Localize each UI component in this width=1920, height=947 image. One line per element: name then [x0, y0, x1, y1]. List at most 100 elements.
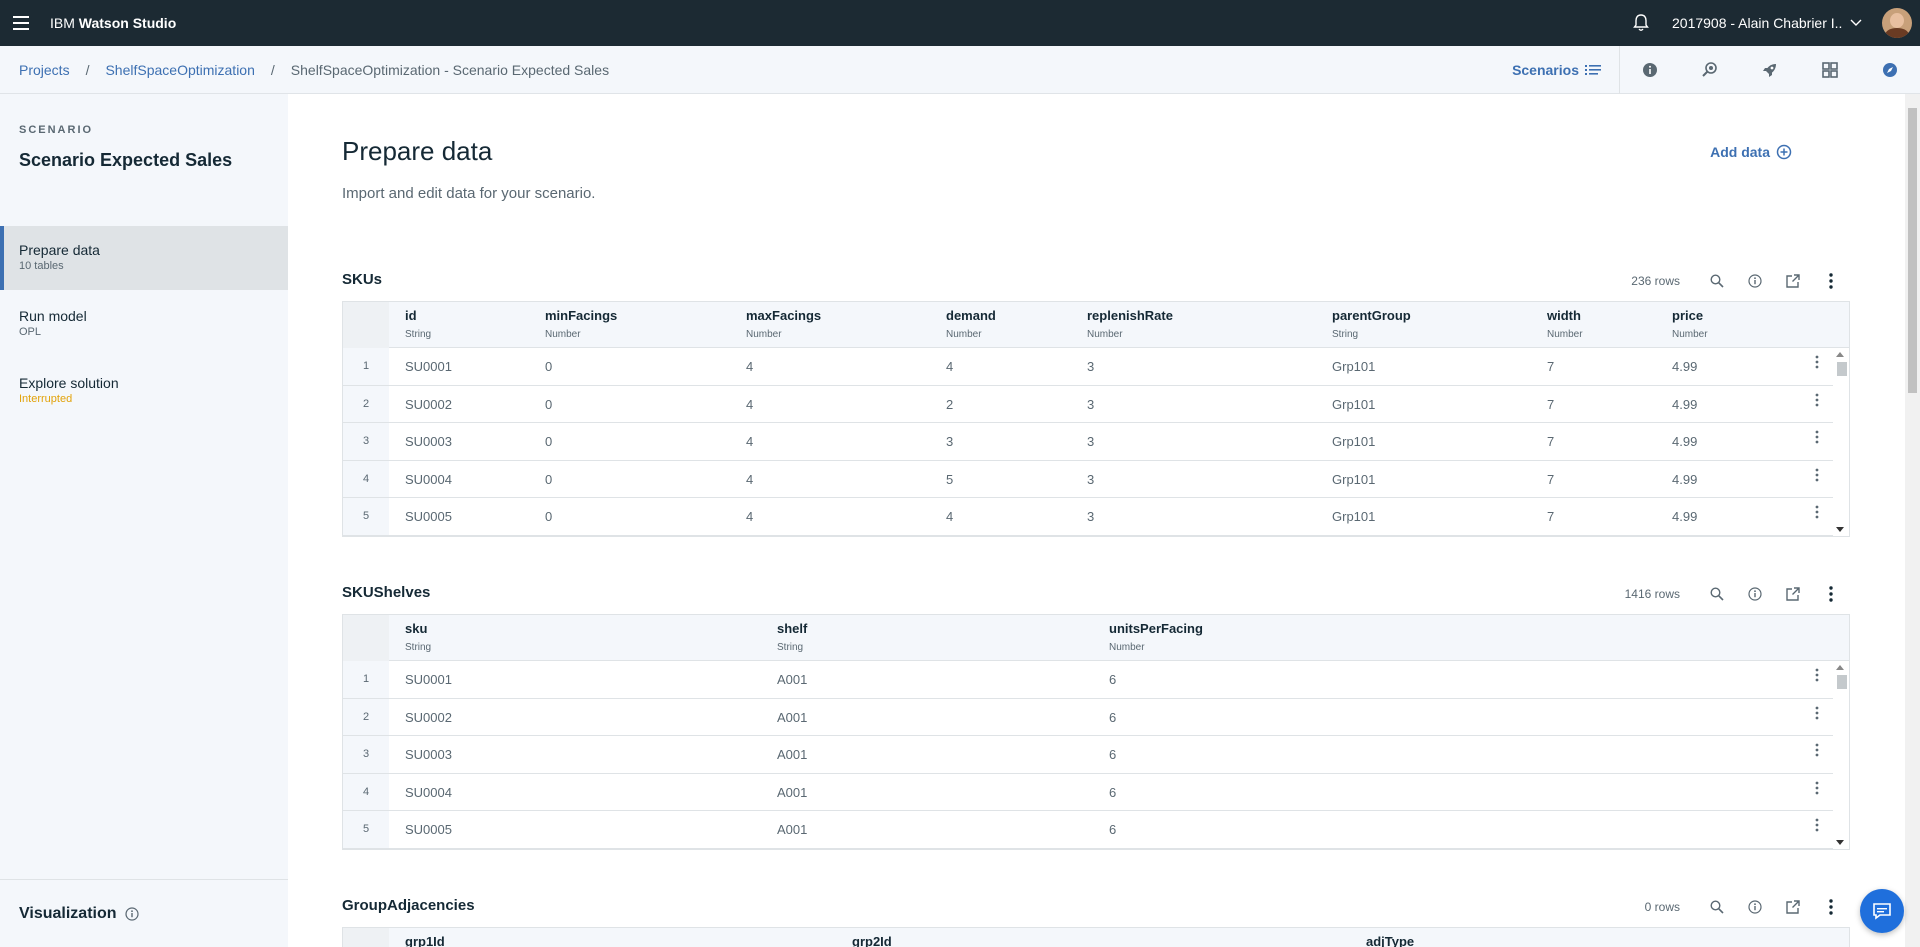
- column-header[interactable]: maxFacings Number: [746, 308, 821, 340]
- table-cell[interactable]: Grp101: [1332, 434, 1375, 449]
- page-scrollbar[interactable]: [1905, 94, 1920, 947]
- bell-icon[interactable]: [1618, 14, 1664, 32]
- hamburger-menu-icon[interactable]: [0, 0, 42, 46]
- table-cell[interactable]: 0: [545, 434, 552, 449]
- table-cell[interactable]: 3: [1087, 434, 1094, 449]
- row-overflow-menu-icon[interactable]: [1815, 505, 1819, 524]
- table-cell[interactable]: 0: [545, 509, 552, 524]
- table-cell[interactable]: SU0003: [405, 747, 452, 762]
- table-cell[interactable]: 7: [1547, 359, 1554, 374]
- table-cell[interactable]: A001: [777, 822, 807, 837]
- table-cell[interactable]: 2: [946, 397, 953, 412]
- table-row[interactable]: 5 SU0005 A001 6: [343, 811, 1849, 849]
- table-cell[interactable]: SU0001: [405, 359, 452, 374]
- column-header[interactable]: width Number: [1547, 308, 1583, 340]
- row-overflow-menu-icon[interactable]: [1815, 706, 1819, 725]
- table-cell[interactable]: 3: [1087, 397, 1094, 412]
- table-cell[interactable]: 3: [1087, 509, 1094, 524]
- table-cell[interactable]: 4.99: [1672, 397, 1697, 412]
- table-cell[interactable]: 4.99: [1672, 359, 1697, 374]
- table-cell[interactable]: SU0004: [405, 785, 452, 800]
- table-cell[interactable]: 6: [1109, 747, 1116, 762]
- column-header[interactable]: shelf String: [777, 621, 807, 653]
- table-cell[interactable]: 4: [746, 472, 753, 487]
- chevron-down-icon[interactable]: [1842, 19, 1870, 27]
- table-cell[interactable]: 4: [746, 434, 753, 449]
- table-row[interactable]: 3 SU0003 A001 6: [343, 736, 1849, 774]
- product-name[interactable]: IBM Watson Studio: [50, 15, 176, 31]
- column-header[interactable]: id String: [405, 308, 431, 340]
- column-header[interactable]: replenishRate Number: [1087, 308, 1173, 340]
- table-cell[interactable]: SU0005: [405, 509, 452, 524]
- table-cell[interactable]: 6: [1109, 822, 1116, 837]
- search-icon[interactable]: [1698, 267, 1736, 295]
- overflow-menu-icon[interactable]: [1812, 267, 1850, 295]
- overflow-menu-icon[interactable]: [1812, 580, 1850, 608]
- table-cell[interactable]: 4.99: [1672, 434, 1697, 449]
- table-cell[interactable]: Grp101: [1332, 509, 1375, 524]
- scenarios-button[interactable]: Scenarios: [1512, 46, 1620, 94]
- add-data-button[interactable]: Add data: [1710, 144, 1792, 160]
- table-cell[interactable]: 7: [1547, 434, 1554, 449]
- table-cell[interactable]: 4: [946, 359, 953, 374]
- dashboard-icon[interactable]: [1800, 46, 1860, 94]
- table-cell[interactable]: 4.99: [1672, 509, 1697, 524]
- table-cell[interactable]: 0: [545, 359, 552, 374]
- row-overflow-menu-icon[interactable]: [1815, 743, 1819, 762]
- sidebar-item-explore-solution[interactable]: Explore solution Interrupted: [0, 359, 288, 423]
- table-cell[interactable]: 3: [1087, 359, 1094, 374]
- table-name[interactable]: SKUs: [342, 271, 382, 288]
- table-row[interactable]: 2 SU0002 A001 6: [343, 698, 1849, 736]
- sidebar-item-run-model[interactable]: Run model OPL: [0, 292, 288, 356]
- column-header[interactable]: parentGroup String: [1332, 308, 1411, 340]
- compass-icon[interactable]: [1860, 46, 1920, 94]
- row-overflow-menu-icon[interactable]: [1815, 818, 1819, 837]
- find-replace-icon[interactable]: [1680, 46, 1740, 94]
- rocket-icon[interactable]: [1740, 46, 1800, 94]
- table-cell[interactable]: 6: [1109, 785, 1116, 800]
- column-header[interactable]: unitsPerFacing Number: [1109, 621, 1203, 653]
- visualization-panel[interactable]: Visualization: [0, 879, 288, 947]
- table-cell[interactable]: 7: [1547, 472, 1554, 487]
- table-cell[interactable]: Grp101: [1332, 359, 1375, 374]
- table-cell[interactable]: 4: [946, 509, 953, 524]
- table-cell[interactable]: 4: [746, 509, 753, 524]
- overflow-menu-icon[interactable]: [1812, 893, 1850, 921]
- table-row[interactable]: 2 SU0002 0 4 2 3 Grp101 7 4.99: [343, 385, 1849, 423]
- table-cell[interactable]: 3: [1087, 472, 1094, 487]
- table-cell[interactable]: 6: [1109, 710, 1116, 725]
- column-header[interactable]: price Number: [1672, 308, 1708, 340]
- row-overflow-menu-icon[interactable]: [1815, 781, 1819, 800]
- row-overflow-menu-icon[interactable]: [1815, 668, 1819, 687]
- table-cell[interactable]: A001: [777, 710, 807, 725]
- row-overflow-menu-icon[interactable]: [1815, 393, 1819, 412]
- search-icon[interactable]: [1698, 893, 1736, 921]
- table-cell[interactable]: SU0002: [405, 397, 452, 412]
- info-icon[interactable]: [1736, 893, 1774, 921]
- row-overflow-menu-icon[interactable]: [1815, 468, 1819, 487]
- breadcrumb-project-link[interactable]: ShelfSpaceOptimization: [105, 62, 254, 78]
- table-cell[interactable]: 0: [545, 472, 552, 487]
- export-icon[interactable]: [1774, 893, 1812, 921]
- table-row[interactable]: 4 SU0004 0 4 5 3 Grp101 7 4.99: [343, 460, 1849, 498]
- table-cell[interactable]: SU0004: [405, 472, 452, 487]
- column-header[interactable]: adjTypeString: [1366, 934, 1414, 947]
- row-overflow-menu-icon[interactable]: [1815, 430, 1819, 449]
- table-cell[interactable]: 4.99: [1672, 472, 1697, 487]
- table-cell[interactable]: SU0005: [405, 822, 452, 837]
- table-cell[interactable]: 6: [1109, 672, 1116, 687]
- avatar[interactable]: [1882, 8, 1912, 38]
- table-cell[interactable]: 5: [946, 472, 953, 487]
- table-name[interactable]: SKUShelves: [342, 584, 430, 601]
- table-row[interactable]: 1 SU0001 0 4 4 3 Grp101 7 4.99: [343, 348, 1849, 386]
- chat-button[interactable]: [1860, 889, 1904, 933]
- export-icon[interactable]: [1774, 580, 1812, 608]
- table-cell[interactable]: 4: [746, 397, 753, 412]
- info-icon[interactable]: [124, 906, 139, 921]
- table-row[interactable]: 1 SU0001 A001 6: [343, 661, 1849, 699]
- table-row[interactable]: 5 SU0005 0 4 4 3 Grp101 7 4.99: [343, 498, 1849, 536]
- row-overflow-menu-icon[interactable]: [1815, 355, 1819, 374]
- info-icon[interactable]: [1736, 580, 1774, 608]
- account-switcher[interactable]: 2017908 - Alain Chabrier I...: [1672, 15, 1842, 31]
- column-header[interactable]: demand Number: [946, 308, 996, 340]
